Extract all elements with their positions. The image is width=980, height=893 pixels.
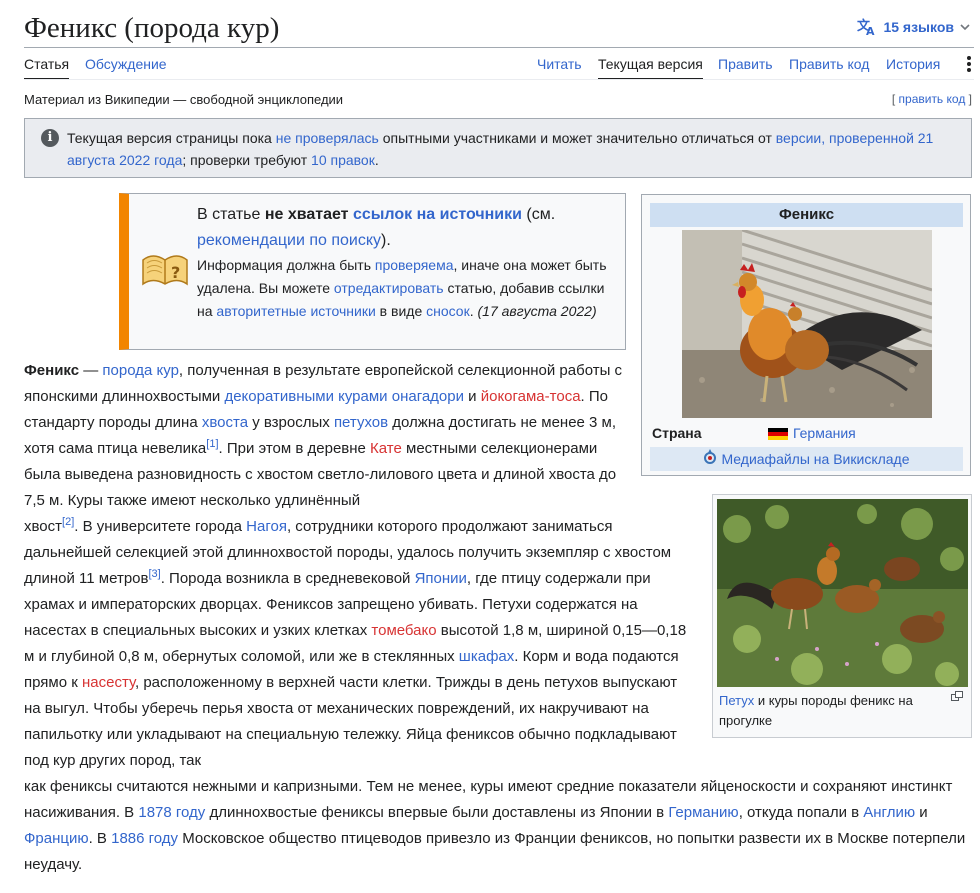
reliable-sources-link[interactable]: авторитетные источники [216, 303, 375, 319]
ref-1[interactable]: [1] [206, 438, 218, 450]
tab-current-version[interactable]: Текущая версия [598, 56, 703, 80]
link-onagadori[interactable]: декоративными курами онагадори [224, 388, 464, 405]
edit-code-anchor[interactable]: править код [899, 92, 966, 106]
ref-2[interactable]: [2] [62, 516, 74, 528]
info-icon: i [41, 129, 59, 147]
link-germany[interactable]: Германию [668, 804, 738, 821]
tab-edit[interactable]: Править [718, 56, 773, 78]
notice-link-unreviewed[interactable]: не проверялась [276, 130, 379, 146]
link-roosters[interactable]: петухов [334, 414, 388, 431]
page-title: Феникс (порода кур) [24, 12, 280, 44]
edit-article-link[interactable]: отредактировать [334, 280, 444, 296]
tabs-divider [24, 79, 974, 80]
link-nagoya[interactable]: Нагоя [246, 518, 287, 535]
footnotes-link[interactable]: сносок [426, 303, 470, 319]
rooster-photo[interactable] [682, 230, 932, 418]
link-tail[interactable]: хвоста [202, 414, 248, 431]
country-link[interactable]: Германия [793, 425, 856, 441]
sources-warning-box: ? В статье не хватает ссылок на источник… [119, 193, 626, 350]
link-cabinets[interactable]: шкафах [459, 648, 514, 665]
svg-text:A: A [866, 25, 875, 36]
ref-3[interactable]: [3] [148, 568, 160, 580]
verifiability-link[interactable]: проверяема [375, 257, 454, 273]
article-paragraph-2: хвост[2]. В университете города Нагоя, с… [24, 516, 687, 770]
page-tabs: Статья Обсуждение Читать Текущая версия … [24, 50, 974, 80]
infobox-title: Феникс [650, 203, 963, 227]
commons-icon [703, 448, 717, 472]
chickens-walk-photo[interactable] [717, 499, 968, 687]
enlarge-icon[interactable] [951, 691, 963, 701]
more-actions-icon[interactable] [964, 54, 974, 76]
thumbnail-caption: Петух и куры породы феникс на прогулке [719, 693, 913, 728]
edit-code-link: [ править код ] [891, 92, 972, 106]
image-thumbnail: Петух и куры породы феникс на прогулке [712, 494, 972, 738]
tab-edit-source[interactable]: Править код [789, 56, 869, 78]
chevron-down-icon [960, 23, 970, 31]
svg-text:?: ? [171, 263, 180, 282]
tab-talk[interactable]: Обсуждение [85, 56, 167, 78]
commons-row: Медиафайлы на Викискладе [650, 447, 963, 471]
sources-warning-text: В статье не хватает ссылок на источники … [197, 206, 607, 319]
language-count: 15 языков [883, 19, 954, 35]
language-button[interactable]: 文 A 15 языков [857, 18, 970, 36]
infobox: Феникс Страна Германия Медиафайлы на Вик… [641, 194, 971, 476]
caption-rooster-link[interactable]: Петух [719, 693, 754, 708]
article-paragraph-3: как фениксы считаются нежными и капризны… [24, 778, 966, 873]
tab-article[interactable]: Статья [24, 56, 70, 80]
link-tomebako[interactable]: томебако [371, 622, 436, 639]
link-yokohama-tosa[interactable]: йокогама-тоса [481, 388, 581, 405]
germany-flag-icon [768, 428, 788, 440]
translate-icon: 文 A [857, 18, 877, 36]
sources-link[interactable]: ссылок на источники [353, 206, 522, 223]
link-japan[interactable]: Японии [415, 570, 467, 587]
tab-history[interactable]: История [886, 56, 940, 78]
link-france[interactable]: Францию [24, 830, 89, 847]
review-notice: i Текущая версия страницы пока не провер… [24, 118, 972, 178]
link-perch[interactable]: насесту [82, 674, 135, 691]
warning-date: (17 августа 2022) [477, 303, 597, 319]
link-1878[interactable]: 1878 году [138, 804, 205, 821]
commons-link[interactable]: Медиафайлы на Викискладе [721, 451, 909, 467]
notice-link-pending-edits[interactable]: 10 правок [311, 152, 375, 168]
site-tagline: Материал из Википедии — свободной энцикл… [24, 92, 344, 107]
title-divider [24, 47, 974, 48]
link-kate[interactable]: Кате [370, 440, 402, 457]
article-paragraph-1: Феникс — порода кур, полученная в резуль… [24, 362, 623, 509]
search-guidelines-link[interactable]: рекомендации по поиску [197, 232, 381, 249]
link-chicken-breed[interactable]: порода кур [102, 362, 179, 379]
country-label: Страна [652, 425, 702, 441]
link-1886[interactable]: 1886 году [111, 830, 178, 847]
tab-read[interactable]: Читать [537, 56, 582, 78]
book-question-icon: ? [142, 255, 188, 286]
title-row: Феникс (порода кур) 文 A 15 языков [24, 8, 974, 48]
link-england[interactable]: Англию [863, 804, 915, 821]
